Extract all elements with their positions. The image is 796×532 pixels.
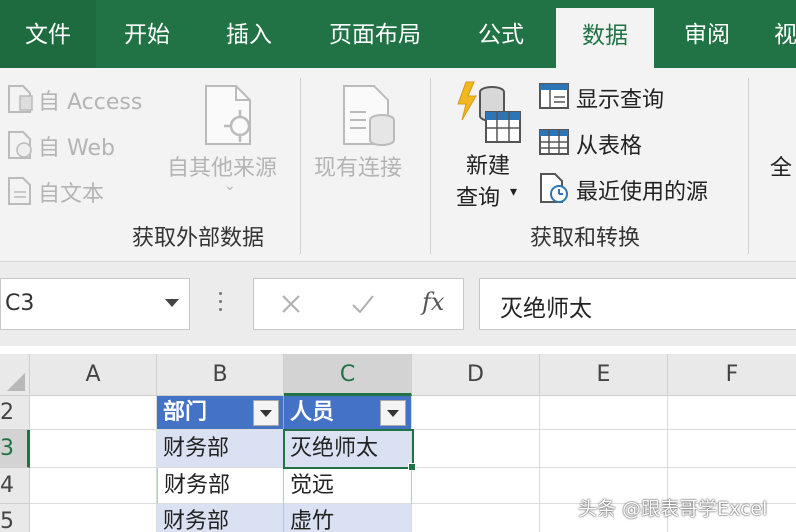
tab-home[interactable]: 开始 (104, 0, 190, 68)
formula-bar: C3 fx 灭绝师太 (0, 262, 796, 346)
name-box-value: C3 (5, 291, 35, 316)
from-web-button[interactable]: 自 Web (38, 130, 115, 162)
tab-file[interactable]: 文件 (0, 0, 96, 68)
column-header-b[interactable]: B (157, 354, 284, 396)
refresh-all-button[interactable]: 全 (770, 150, 792, 182)
cell-c4[interactable]: 觉远 (284, 468, 412, 504)
cell-b3[interactable]: 财务部 (157, 430, 284, 468)
from-text-button[interactable]: 自文本 (38, 176, 104, 208)
text-file-icon (8, 177, 31, 205)
formula-value: 灭绝师太 (500, 296, 592, 322)
cell-a4[interactable] (30, 468, 157, 504)
tab-formulas[interactable]: 公式 (458, 0, 544, 68)
from-table-icon (539, 129, 569, 155)
new-query-label-2[interactable]: 查询 (456, 180, 500, 212)
from-access-button[interactable]: 自 Access (38, 84, 142, 116)
new-query-icon (457, 81, 521, 143)
cell-a2[interactable] (30, 396, 157, 430)
other-sources-icon (205, 85, 251, 145)
column-header-d[interactable]: D (412, 354, 540, 396)
cell-f2[interactable] (668, 396, 796, 430)
select-all-corner[interactable] (0, 354, 30, 396)
tab-view[interactable]: 视 (774, 0, 796, 68)
cell-e3[interactable] (540, 430, 668, 468)
table-header-person-label: 人员 (290, 400, 335, 425)
tab-page-layout[interactable]: 页面布局 (310, 0, 440, 68)
name-box[interactable]: C3 (0, 278, 190, 330)
cell-c5[interactable]: 虚竹 (284, 504, 412, 532)
cell-b4[interactable]: 财务部 (157, 468, 284, 504)
group-label-get-transform: 获取和转换 (530, 226, 641, 251)
tab-review[interactable]: 审阅 (664, 0, 750, 68)
group-separator (430, 78, 431, 254)
table-header-dept[interactable]: 部门 (157, 396, 284, 430)
cell-f3[interactable] (668, 430, 796, 468)
group-label-external-data: 获取外部数据 (132, 226, 265, 251)
column-header-e[interactable]: E (540, 354, 668, 396)
table-header-person[interactable]: 人员 (284, 396, 412, 430)
active-cell-border (283, 429, 414, 469)
formula-input[interactable]: 灭绝师太 (479, 278, 796, 330)
ribbon-data-panel: 自 Access 自 Web 自文本 自其他来源 ⌄ 现有连接 获取外部数据 新… (0, 68, 796, 262)
fill-handle[interactable] (408, 463, 416, 471)
cancel-icon[interactable] (280, 293, 302, 315)
cell-d4[interactable] (412, 468, 540, 504)
access-icon (8, 85, 33, 113)
row-header-2[interactable]: 2 (0, 396, 30, 430)
web-icon (8, 131, 32, 159)
row-header-4[interactable]: 4 (0, 468, 30, 504)
new-query-button[interactable]: 新建 (466, 148, 510, 180)
chevron-down-icon: ⌄ (224, 178, 236, 194)
cell-d5[interactable] (412, 504, 540, 532)
tab-data[interactable]: 数据 (556, 8, 654, 68)
cell-a3[interactable] (30, 430, 157, 468)
formula-controls: fx (253, 278, 464, 330)
cell-b5[interactable]: 财务部 (157, 504, 284, 532)
table-header-dept-label: 部门 (163, 400, 208, 425)
column-header-f[interactable]: F (668, 354, 796, 396)
existing-connections-button[interactable]: 现有连接 (314, 150, 402, 182)
ribbon-tab-bar: 文件 开始 插入 页面布局 公式 数据 审阅 视 (0, 0, 796, 68)
filter-dropdown-icon[interactable] (253, 400, 279, 426)
group-separator (748, 78, 749, 254)
confirm-icon[interactable] (350, 293, 376, 315)
more-options-icon[interactable] (219, 292, 223, 314)
row-header-5[interactable]: 5 (0, 504, 30, 532)
cell-a5[interactable] (30, 504, 157, 532)
filter-dropdown-icon[interactable] (380, 400, 406, 426)
chevron-down-icon[interactable]: ▾ (510, 184, 517, 200)
watermark-text: 头条 @跟表哥学Excel (578, 498, 768, 520)
show-queries-button[interactable]: 显示查询 (576, 82, 664, 114)
row-header-3[interactable]: 3 (0, 430, 30, 468)
cell-d2[interactable] (412, 396, 540, 430)
insert-function-icon[interactable]: fx (422, 288, 444, 316)
from-other-sources-button[interactable]: 自其他来源 (167, 150, 277, 182)
tab-insert[interactable]: 插入 (206, 0, 292, 68)
recent-sources-icon (540, 173, 568, 203)
show-queries-icon (539, 83, 569, 109)
group-separator (300, 78, 301, 254)
from-table-button[interactable]: 从表格 (576, 128, 642, 160)
cell-d3[interactable] (412, 430, 540, 468)
recent-sources-button[interactable]: 最近使用的源 (576, 174, 708, 206)
column-header-c[interactable]: C (284, 354, 412, 396)
chevron-down-icon[interactable] (165, 299, 179, 307)
column-header-a[interactable]: A (30, 354, 157, 396)
cell-e2[interactable] (540, 396, 668, 430)
existing-connections-icon (343, 85, 395, 146)
